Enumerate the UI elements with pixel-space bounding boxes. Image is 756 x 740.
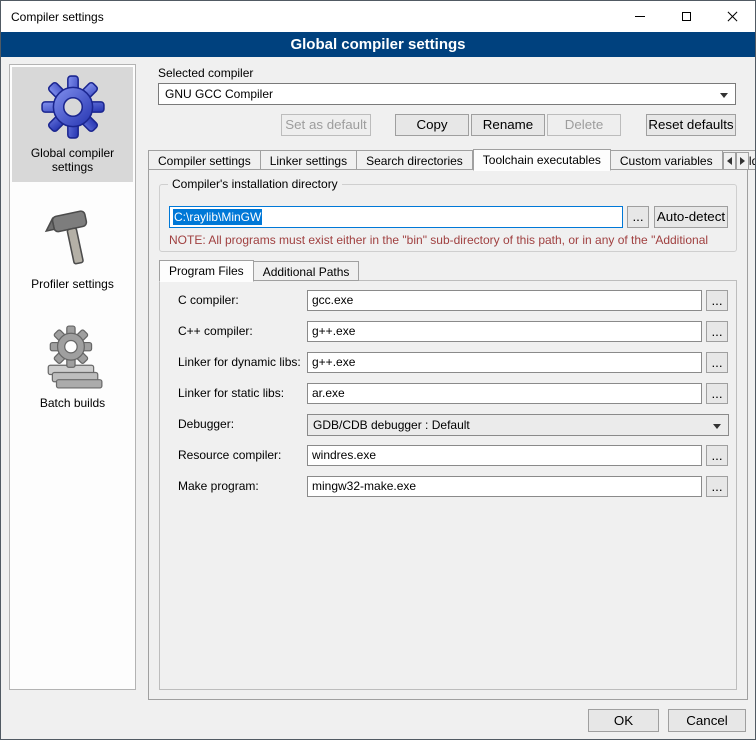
subtab-program-files[interactable]: Program Files [159,260,254,282]
make-program-input[interactable]: mingw32-make.exe [307,476,702,497]
minimize-icon [635,16,645,17]
window-title: Compiler settings [1,10,104,24]
gear-icon [40,74,106,140]
main-panel: Selected compiler GNU GCC Compiler Set a… [146,57,750,707]
arrow-right-icon [740,157,745,165]
tab-scroll-arrows [723,152,749,170]
batch-builds-icon [40,324,106,390]
browse-c-compiler-button[interactable]: ... [706,290,728,311]
browse-make-program-button[interactable]: ... [706,476,728,497]
cpp-compiler-label: C++ compiler: [178,324,253,338]
linker-dynamic-label: Linker for dynamic libs: [178,355,301,369]
linker-static-label: Linker for static libs: [178,386,284,400]
page-title: Global compiler settings [1,32,755,57]
tab-scroll-left-button[interactable] [723,152,736,170]
c-compiler-label: C compiler: [178,293,239,307]
program-files-tabbar: Program Files Additional Paths [159,259,359,281]
close-button[interactable] [709,1,755,32]
dialog-body: Global compiler settings Profiler settin… [1,57,755,739]
profiler-icon [40,205,106,271]
sidebar-item-profiler-settings[interactable]: Profiler settings [12,198,133,299]
compiler-settings-window: Compiler settings Global compiler settin… [0,0,756,740]
ok-button[interactable]: OK [588,709,659,732]
selected-compiler-dropdown[interactable]: GNU GCC Compiler [158,83,736,105]
toolchain-executables-panel: Compiler's installation directory C:\ray… [148,169,748,700]
settings-tabbar: Compiler settings Linker settings Search… [148,148,756,170]
tab-compiler-settings[interactable]: Compiler settings [148,150,261,170]
subtab-additional-paths[interactable]: Additional Paths [254,261,360,281]
tab-toolchain-executables[interactable]: Toolchain executables [473,149,611,171]
browse-linker-dynamic-button[interactable]: ... [706,352,728,373]
close-icon [726,10,739,23]
browse-linker-static-button[interactable]: ... [706,383,728,404]
installation-directory-group: Compiler's installation directory C:\ray… [159,184,737,252]
cancel-button[interactable]: Cancel [668,709,746,732]
make-program-label: Make program: [178,479,259,493]
tab-custom-variables[interactable]: Custom variables [611,150,723,170]
title-bar: Compiler settings [1,1,755,32]
minimize-button[interactable] [617,1,663,32]
debugger-value: GDB/CDB debugger : Default [313,418,470,432]
installation-directory-group-title: Compiler's installation directory [168,177,342,191]
cpp-compiler-input[interactable]: g++.exe [307,321,702,342]
sidebar-item-label: Profiler settings [31,277,114,291]
tab-linker-settings[interactable]: Linker settings [261,150,357,170]
maximize-button[interactable] [663,1,709,32]
tab-search-directories[interactable]: Search directories [357,150,473,170]
debugger-dropdown[interactable]: GDB/CDB debugger : Default [307,414,729,436]
installation-note: NOTE: All programs must exist either in … [169,233,708,247]
sidebar-item-global-compiler-settings[interactable]: Global compiler settings [12,67,133,182]
sidebar-item-label: Batch builds [40,396,105,410]
selected-compiler-label: Selected compiler [158,66,253,80]
resource-compiler-input[interactable]: windres.exe [307,445,702,466]
resource-compiler-label: Resource compiler: [178,448,281,462]
set-as-default-button[interactable]: Set as default [281,114,371,136]
debugger-label: Debugger: [178,417,234,431]
window-controls [617,1,755,32]
tab-scroll-right-button[interactable] [736,152,749,170]
installation-directory-value: C:\raylib\MinGW [173,209,262,225]
delete-button[interactable]: Delete [547,114,621,136]
browse-cpp-compiler-button[interactable]: ... [706,321,728,342]
selected-compiler-value: GNU GCC Compiler [165,87,273,101]
chevron-down-icon [720,93,728,98]
c-compiler-input[interactable]: gcc.exe [307,290,702,311]
rename-button[interactable]: Rename [471,114,545,136]
linker-static-input[interactable]: ar.exe [307,383,702,404]
linker-dynamic-input[interactable]: g++.exe [307,352,702,373]
copy-button[interactable]: Copy [395,114,469,136]
browse-resource-compiler-button[interactable]: ... [706,445,728,466]
auto-detect-button[interactable]: Auto-detect [654,206,728,228]
installation-directory-input[interactable]: C:\raylib\MinGW [169,206,623,228]
maximize-icon [682,12,691,21]
browse-installation-directory-button[interactable]: ... [627,206,649,228]
sidebar: Global compiler settings Profiler settin… [9,64,136,690]
chevron-down-icon [713,424,721,429]
sidebar-item-label: Global compiler settings [15,146,130,174]
sidebar-item-batch-builds[interactable]: Batch builds [12,317,133,418]
arrow-left-icon [727,157,732,165]
reset-defaults-button[interactable]: Reset defaults [646,114,736,136]
